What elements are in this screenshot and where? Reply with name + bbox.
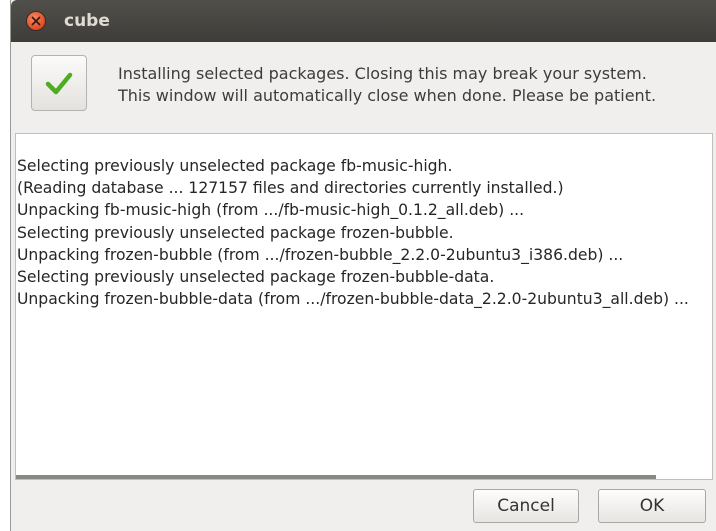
cancel-button[interactable]: Cancel [473, 489, 579, 523]
window-title: cube [64, 11, 110, 31]
title-bar[interactable]: cube [11, 0, 716, 42]
status-message: Installing selected packages. Closing th… [118, 63, 656, 107]
install-log[interactable]: Selecting previously unselected package … [15, 133, 713, 480]
checkmark-icon [45, 72, 73, 95]
log-line: Selecting previously unselected package … [17, 223, 454, 242]
installer-dialog: cube Installing selected packages. Closi… [10, 0, 716, 531]
close-icon [31, 16, 41, 26]
scrollbar-thumb[interactable] [16, 475, 656, 479]
status-icon-box [31, 55, 87, 111]
log-line: Selecting previously unselected package … [17, 268, 495, 287]
status-message-line2: This window will automatically close whe… [118, 86, 657, 105]
status-message-line1: Installing selected packages. Closing th… [118, 64, 647, 83]
log-line: Unpacking fb-music-high (from .../fb-mus… [17, 201, 525, 220]
close-button[interactable] [27, 12, 45, 30]
ok-button[interactable]: OK [598, 489, 706, 523]
log-line: Unpacking frozen-bubble-data (from .../f… [17, 290, 689, 309]
log-line: Unpacking frozen-bubble (from .../frozen… [17, 245, 624, 264]
log-lines: Selecting previously unselected package … [17, 155, 689, 310]
log-line: (Reading database ... 127157 files and d… [17, 179, 564, 198]
log-line: Selecting previously unselected package … [17, 157, 453, 175]
horizontal-scrollbar[interactable] [16, 475, 712, 479]
